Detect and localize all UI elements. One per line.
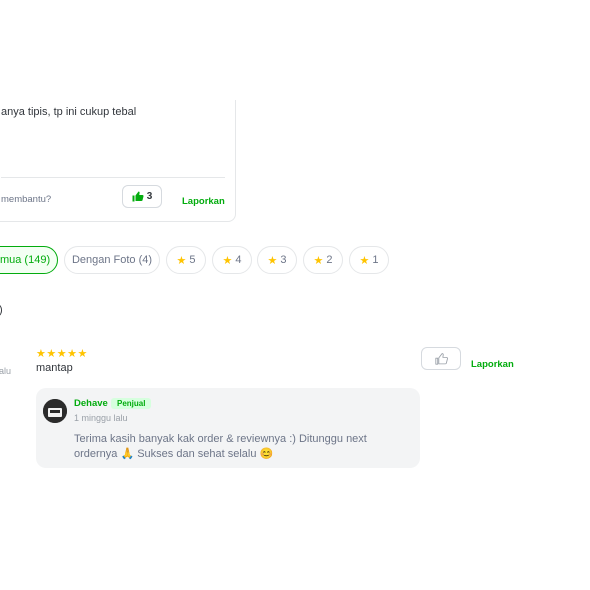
filter-with-photo[interactable]: Dengan Foto (4) — [64, 246, 160, 274]
filter-star-4-label: 4 — [235, 254, 242, 266]
star-icon: ★ — [267, 254, 278, 267]
star-icon: ★ — [36, 348, 47, 360]
thumbs-up-icon — [434, 352, 448, 365]
like-button[interactable]: 3 — [122, 185, 162, 208]
filter-all[interactable]: emua (149) — [0, 246, 58, 274]
like-button[interactable] — [421, 347, 461, 370]
filter-star-1[interactable]: ★ 1 — [349, 246, 389, 274]
star-icon: ★ — [46, 348, 57, 360]
filter-star-2[interactable]: ★ 2 — [303, 246, 343, 274]
review-card: anya tipis, tp ini cukup tebal membantu?… — [0, 100, 236, 222]
filter-star-5-label: 5 — [189, 254, 196, 266]
reply-time: 1 minggu lalu — [74, 413, 128, 423]
star-icon: ★ — [176, 254, 187, 267]
star-icon: ★ — [67, 348, 78, 360]
review-text: anya tipis, tp ini cukup tebal — [1, 106, 137, 118]
rating-stars: ★★★★★ — [36, 347, 88, 360]
filter-star-3-label: 3 — [280, 254, 287, 266]
report-link[interactable]: Laporkan — [471, 359, 514, 370]
filter-star-1-label: 1 — [372, 254, 379, 266]
seller-name[interactable]: Dehave — [74, 398, 108, 409]
review-body: mantap — [36, 362, 73, 374]
filter-star-2-label: 2 — [326, 254, 333, 266]
report-link[interactable]: Laporkan — [182, 196, 225, 207]
reviewer-time: alu — [0, 366, 12, 376]
like-count: 3 — [146, 191, 153, 202]
star-icon: ★ — [313, 254, 324, 267]
filter-star-3[interactable]: ★ 3 — [257, 246, 297, 274]
seller-badge: Penjual — [111, 398, 152, 409]
star-icon: ★ — [222, 254, 233, 267]
filter-star-5[interactable]: ★ 5 — [166, 246, 206, 274]
reply-text: Terima kasih banyak kak order & reviewny… — [74, 433, 367, 460]
summary-fragment: ) — [0, 304, 3, 316]
helpful-question: membantu? — [1, 194, 52, 205]
thumbs-up-icon — [132, 191, 144, 202]
avatar — [43, 399, 67, 423]
filter-all-label: emua (149) — [0, 254, 51, 266]
filter-star-4[interactable]: ★ 4 — [212, 246, 252, 274]
filter-photo-label: Dengan Foto (4) — [71, 254, 153, 266]
star-icon: ★ — [359, 254, 370, 267]
star-icon: ★ — [77, 348, 88, 360]
divider — [1, 177, 225, 178]
seller-reply: Dehave Penjual 1 minggu lalu Terima kasi… — [36, 388, 420, 468]
star-icon: ★ — [56, 348, 68, 360]
